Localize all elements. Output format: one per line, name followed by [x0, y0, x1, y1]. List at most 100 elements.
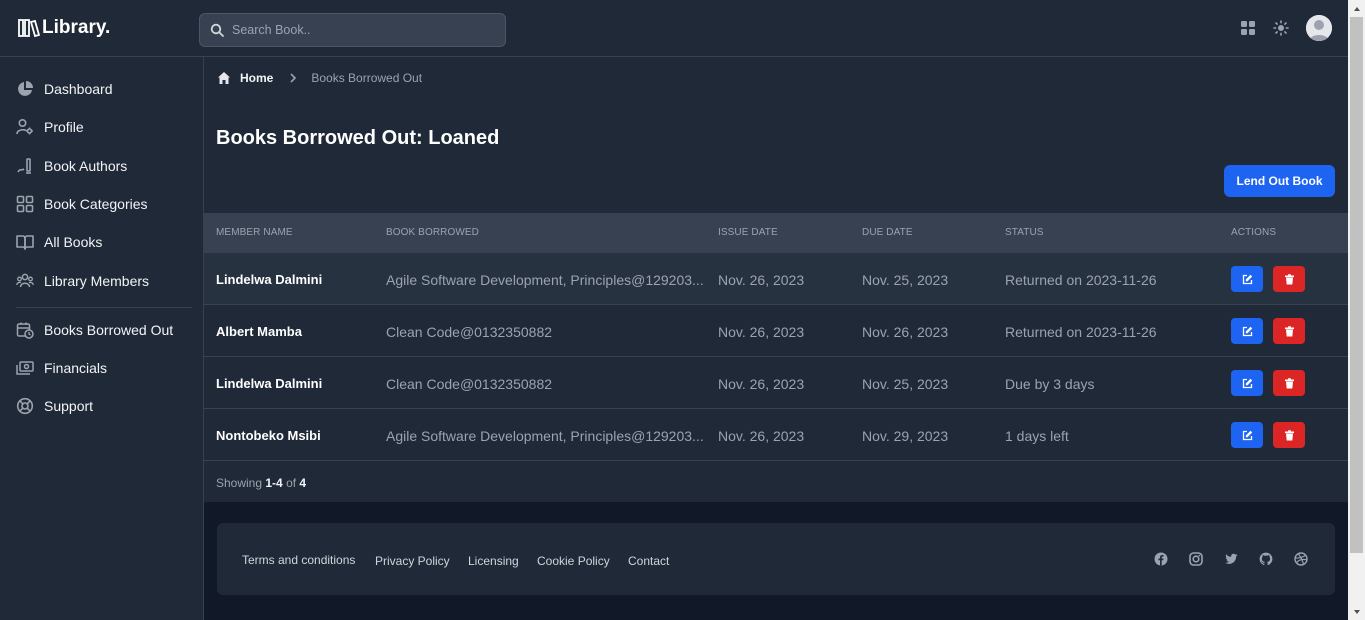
delete-button[interactable] [1273, 266, 1305, 292]
page-scrollbar[interactable] [1348, 0, 1365, 620]
sun-icon[interactable] [1273, 20, 1289, 36]
footer-link-contact[interactable]: Contact [628, 554, 669, 568]
brand-logo[interactable]: Library. [18, 16, 110, 40]
library-logo-icon [18, 19, 40, 38]
sidebar-item-books-borrowed-out[interactable]: Books Borrowed Out [16, 318, 173, 342]
book-borrowed: Agile Software Development, Principles@1… [386, 428, 704, 444]
sidebar-item-profile[interactable]: Profile [16, 115, 84, 139]
home-icon [218, 72, 230, 84]
edit-button[interactable] [1231, 370, 1263, 396]
of-label: of [286, 476, 297, 490]
due-date: Nov. 25, 2023 [862, 272, 949, 288]
sidebar-item-dashboard[interactable]: Dashboard [16, 77, 113, 101]
showing-label: Showing [216, 476, 263, 490]
sidebar-item-label: Books Borrowed Out [44, 322, 174, 338]
showing-total: 4 [299, 476, 307, 490]
footer-link-licensing[interactable]: Licensing [468, 554, 519, 568]
page-title: Books Borrowed Out: Loaned [216, 127, 500, 149]
pagination-summary: Showing 1-4 of 4 [216, 476, 306, 490]
lifebuoy-icon [16, 397, 34, 415]
scrollbar-thumb[interactable] [1350, 17, 1363, 553]
users-icon [16, 273, 34, 288]
pen-icon [17, 158, 31, 174]
column-header-actions: Actions [1231, 227, 1277, 238]
trash-icon [1284, 325, 1294, 336]
column-header-due-date: Due Date [862, 227, 913, 238]
table-row[interactable]: Lindelwa Dalmini Agile Software Developm… [204, 253, 1348, 305]
column-header-member-name: Member Name [216, 227, 293, 238]
footer-link-cookie-policy[interactable]: Cookie Policy [537, 554, 610, 568]
sidebar-item-label: Book Authors [44, 158, 128, 174]
grid-icon [16, 195, 34, 213]
member-name: Lindelwa Dalmini [216, 272, 323, 287]
sidebar-item-label: Book Categories [44, 196, 148, 212]
lend-out-book-button[interactable]: Lend Out Book [1224, 165, 1335, 197]
twitter-icon[interactable] [1224, 552, 1238, 566]
due-date: Nov. 26, 2023 [862, 324, 949, 340]
showing-range: 1-4 [265, 476, 283, 490]
delete-button[interactable] [1273, 318, 1305, 344]
apps-grid-icon[interactable] [1240, 20, 1256, 36]
user-cog-icon [16, 118, 33, 135]
search-box[interactable] [199, 13, 506, 47]
sidebar-item-label: Profile [44, 119, 84, 135]
edit-button[interactable] [1231, 318, 1263, 344]
book-borrowed: Agile Software Development, Principles@1… [386, 272, 704, 288]
breadcrumb-current: Books Borrowed Out [311, 71, 423, 85]
footer-link-terms[interactable]: Terms and conditions [242, 553, 355, 567]
main-content: Home Books Borrowed Out Books Borrowed O… [204, 57, 1348, 502]
loan-status: Returned on 2023-11-26 [1005, 324, 1157, 340]
sidebar-divider [16, 307, 192, 308]
due-date: Nov. 29, 2023 [862, 428, 949, 444]
github-icon[interactable] [1259, 552, 1273, 566]
search-input[interactable] [232, 23, 482, 37]
edit-icon [1242, 430, 1252, 440]
footer-link-privacy[interactable]: Privacy Policy [375, 554, 450, 568]
scroll-down-arrow-icon[interactable] [1348, 603, 1365, 620]
book-open-icon [16, 235, 34, 250]
edit-button[interactable] [1231, 266, 1263, 292]
column-header-book-borrowed: Book Borrowed [386, 227, 479, 238]
trash-icon [1284, 377, 1294, 388]
dribbble-icon[interactable] [1294, 552, 1308, 566]
delete-button[interactable] [1273, 370, 1305, 396]
loans-table: Member Name Book Borrowed Issue Date Due… [204, 213, 1348, 461]
pie-chart-icon [18, 81, 33, 96]
footer: Terms and conditions Privacy Policy Lice… [217, 523, 1335, 595]
member-name: Nontobeko Msibi [216, 428, 321, 443]
breadcrumb-home[interactable]: Home [217, 71, 273, 85]
sidebar-item-support[interactable]: Support [16, 394, 93, 418]
delete-button[interactable] [1273, 422, 1305, 448]
sidebar-item-label: Dashboard [44, 81, 113, 97]
sidebar-item-financials[interactable]: Financials [16, 356, 107, 380]
issue-date: Nov. 26, 2023 [718, 376, 805, 392]
edit-icon [1242, 378, 1252, 388]
chevron-right-icon [290, 73, 297, 83]
column-header-issue-date: Issue Date [718, 227, 778, 238]
due-date: Nov. 25, 2023 [862, 376, 949, 392]
sidebar-item-all-books[interactable]: All Books [16, 230, 102, 254]
table-row[interactable]: Lindelwa Dalmini Clean Code@0132350882 N… [204, 357, 1348, 409]
edit-button[interactable] [1231, 422, 1263, 448]
calendar-clock-icon [16, 322, 34, 339]
table-row[interactable]: Albert Mamba Clean Code@0132350882 Nov. … [204, 305, 1348, 357]
sidebar-item-library-members[interactable]: Library Members [16, 269, 149, 293]
edit-icon [1242, 274, 1252, 284]
sidebar-item-book-categories[interactable]: Book Categories [16, 192, 148, 216]
trash-icon [1284, 273, 1294, 284]
brand-name: Library. [42, 17, 111, 38]
sidebar-item-label: Library Members [44, 273, 150, 289]
member-name: Lindelwa Dalmini [216, 376, 323, 391]
facebook-icon[interactable] [1154, 552, 1168, 566]
book-borrowed: Clean Code@0132350882 [386, 376, 553, 392]
instagram-icon[interactable] [1189, 552, 1203, 566]
user-avatar-icon [1306, 15, 1332, 41]
scroll-up-arrow-icon[interactable] [1348, 0, 1365, 17]
breadcrumb: Home Books Borrowed Out [217, 70, 422, 86]
user-avatar[interactable] [1306, 15, 1332, 41]
sidebar-item-label: All Books [44, 234, 103, 250]
sidebar-item-book-authors[interactable]: Book Authors [16, 154, 127, 178]
edit-icon [1242, 326, 1252, 336]
table-row[interactable]: Nontobeko Msibi Agile Software Developme… [204, 409, 1348, 461]
table-header: Member Name Book Borrowed Issue Date Due… [204, 213, 1348, 253]
